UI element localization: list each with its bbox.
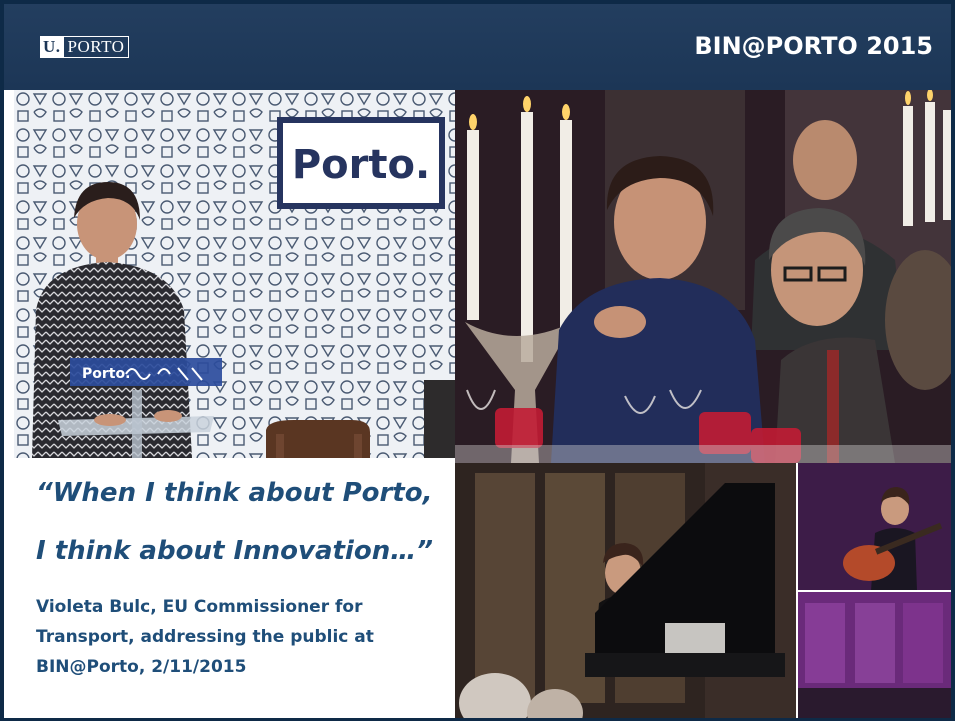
attribution-line-2: Transport, addressing the public at [36, 627, 374, 647]
slide: U. PORTO BIN@PORTO 2015 Porto. Porto. “W… [0, 0, 955, 721]
concert-photo [455, 463, 951, 718]
logo-porto: PORTO [63, 36, 130, 58]
speaker-photo-illustration: Porto. Porto. [14, 90, 455, 458]
dinner-photo [455, 90, 951, 463]
speaker-photo: Porto. Porto. [14, 90, 455, 458]
attribution-line-1: Violeta Bulc, EU Commissioner for [36, 597, 363, 617]
quote-line-2: I think about Innovation…” [36, 536, 433, 566]
wall-sign-text: Porto. [292, 142, 430, 188]
dinner-photo-illustration [455, 90, 951, 463]
attribution-line-3: BIN@Porto, 2/11/2015 [36, 657, 247, 677]
u-porto-logo: U. PORTO [40, 36, 130, 58]
concert-photo-illustration [455, 463, 951, 718]
quote-attribution: Violeta Bulc, EU Commissioner for Transp… [36, 592, 446, 682]
quote-line-1: “When I think about Porto, [36, 478, 433, 508]
quote-box: “When I think about Porto, I think about… [14, 462, 455, 718]
header-bar: U. PORTO BIN@PORTO 2015 [4, 0, 951, 90]
podium-sign-text: Porto. [82, 366, 130, 382]
event-title: BIN@PORTO 2015 [694, 32, 933, 60]
logo-u: U. [40, 36, 64, 58]
